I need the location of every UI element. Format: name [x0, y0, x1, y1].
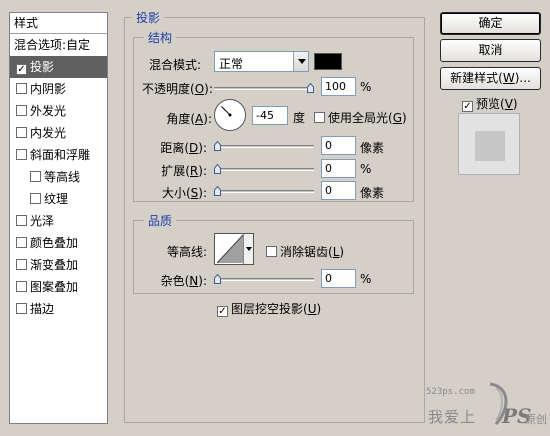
angle-unit: 度 — [293, 111, 306, 125]
contour-preview-icon — [216, 234, 244, 264]
opacity-slider-thumb[interactable] — [307, 83, 314, 93]
style-list-item[interactable]: 混合选项:自定 — [10, 34, 107, 56]
blend-mode-label: 混合模式: — [149, 58, 202, 72]
opacity-unit: % — [360, 80, 372, 94]
preview-checkbox[interactable]: ✓ 预览(V) — [462, 95, 518, 112]
chevron-down-icon — [246, 247, 252, 251]
checkmark-icon[interactable]: ✓ — [16, 64, 27, 75]
watermark-site: 523ps.com — [426, 387, 475, 397]
style-list-item[interactable]: 描边 — [10, 298, 107, 320]
noise-unit: % — [360, 272, 372, 286]
quality-title: 品质 — [144, 212, 177, 229]
cancel-button[interactable]: 取消 — [440, 39, 541, 62]
contour-picker[interactable] — [214, 233, 254, 265]
spread-slider-thumb[interactable] — [214, 164, 221, 174]
anti-alias-check[interactable] — [266, 246, 277, 257]
style-checkbox[interactable] — [30, 171, 41, 182]
style-list-item[interactable]: 外发光 — [10, 100, 107, 122]
style-preview-thumbnail — [458, 113, 520, 175]
watermark-text: 我爱上 — [428, 408, 477, 426]
ok-button[interactable]: 确定 — [440, 12, 541, 35]
spread-slider[interactable] — [214, 168, 314, 171]
style-list-header: 样式 — [10, 13, 107, 34]
style-list-item-label: 纹理 — [44, 192, 69, 206]
style-checkbox[interactable] — [16, 105, 27, 116]
style-list-item-label: 混合选项:自定 — [14, 38, 91, 52]
style-checkbox[interactable] — [30, 193, 41, 204]
angle-label: 角度(A): — [166, 112, 212, 126]
style-list-item-label: 颜色叠加 — [30, 236, 79, 250]
opacity-label: 不透明度(O): — [142, 82, 213, 96]
style-list-item[interactable]: 等高线 — [10, 166, 107, 188]
style-checkbox[interactable] — [16, 215, 27, 226]
style-list-item-label: 渐变叠加 — [30, 258, 79, 272]
anti-alias-checkbox[interactable]: 消除锯齿(L) — [266, 243, 344, 260]
style-list-item-label: 光泽 — [30, 214, 55, 228]
drop-shadow-title: 投影 — [132, 9, 165, 26]
spread-input[interactable]: 0 — [321, 159, 356, 178]
size-slider-thumb[interactable] — [214, 186, 221, 196]
style-list-item[interactable]: ✓ 投影 — [10, 56, 107, 78]
blend-mode-select[interactable]: 正常 — [214, 51, 309, 72]
style-list-item-label: 描边 — [30, 302, 55, 316]
size-slider[interactable] — [214, 190, 314, 193]
style-list-item-label: 投影 — [30, 60, 55, 74]
global-light-check[interactable] — [314, 112, 325, 123]
style-list-item[interactable]: 斜面和浮雕 — [10, 144, 107, 166]
distance-slider-thumb[interactable] — [214, 141, 221, 151]
style-list-item[interactable]: 纹理 — [10, 188, 107, 210]
distance-input[interactable]: 0 — [321, 136, 356, 155]
angle-input[interactable]: -45 — [252, 106, 288, 125]
style-checkbox[interactable] — [16, 303, 27, 314]
angle-dial[interactable] — [213, 98, 247, 132]
opacity-slider[interactable] — [214, 87, 314, 90]
style-list-panel: 样式 混合选项:自定 ✓ 投影内阴影外发光内发光斜面和浮雕等高线纹理光泽颜色叠加渐变… — [9, 12, 108, 424]
style-list-item-label: 图案叠加 — [30, 280, 79, 294]
noise-slider-thumb[interactable] — [214, 274, 221, 284]
new-style-button[interactable]: 新建样式(W)... — [440, 67, 541, 90]
watermark-original: 原创 — [525, 413, 547, 426]
global-light-checkbox[interactable]: 使用全局光(G) — [314, 109, 407, 126]
style-list-item[interactable]: 图案叠加 — [10, 276, 107, 298]
style-checkbox[interactable] — [16, 237, 27, 248]
style-list-item-label: 内发光 — [30, 126, 67, 140]
size-unit: 像素 — [360, 186, 385, 200]
style-checkbox[interactable] — [16, 259, 27, 270]
style-list-item-label: 等高线 — [44, 170, 81, 184]
style-list-item-label: 斜面和浮雕 — [30, 148, 91, 162]
noise-input[interactable]: 0 — [321, 269, 356, 288]
shadow-color-swatch[interactable] — [314, 53, 342, 70]
chevron-down-icon — [293, 52, 308, 71]
blend-mode-value: 正常 — [219, 57, 244, 71]
layer-knockout-check[interactable]: ✓ — [217, 306, 228, 317]
distance-unit: 像素 — [360, 141, 385, 155]
spread-unit: % — [360, 162, 372, 176]
contour-label: 等高线: — [166, 245, 207, 259]
style-list-item[interactable]: 渐变叠加 — [10, 254, 107, 276]
opacity-input[interactable]: 100 — [321, 77, 356, 96]
preview-swatch — [475, 131, 505, 161]
noise-slider[interactable] — [214, 278, 314, 281]
style-list-item[interactable]: 内发光 — [10, 122, 107, 144]
style-checkbox[interactable] — [16, 127, 27, 138]
contour-dropdown-button[interactable] — [243, 234, 253, 264]
spread-label: 扩展(R): — [161, 164, 207, 178]
size-input[interactable]: 0 — [321, 181, 356, 200]
noise-label: 杂色(N): — [160, 274, 207, 288]
distance-label: 距离(D): — [160, 141, 207, 155]
style-checkbox[interactable] — [16, 149, 27, 160]
style-list-item[interactable]: 颜色叠加 — [10, 232, 107, 254]
style-list-item[interactable]: 光泽 — [10, 210, 107, 232]
style-list-item-label: 外发光 — [30, 104, 67, 118]
style-checkbox[interactable] — [16, 83, 27, 94]
size-label: 大小(S): — [161, 186, 207, 200]
distance-slider[interactable] — [214, 145, 314, 148]
watermark: 523ps.com 我爱上 PS 原创 — [426, 378, 548, 434]
preview-check[interactable]: ✓ — [462, 101, 473, 112]
style-checkbox[interactable] — [16, 281, 27, 292]
style-list-item[interactable]: 内阴影 — [10, 78, 107, 100]
layer-knockout-checkbox[interactable]: ✓ 图层挖空投影(U) — [217, 300, 321, 317]
style-list-item-label: 内阴影 — [30, 82, 67, 96]
structure-title: 结构 — [144, 29, 177, 46]
